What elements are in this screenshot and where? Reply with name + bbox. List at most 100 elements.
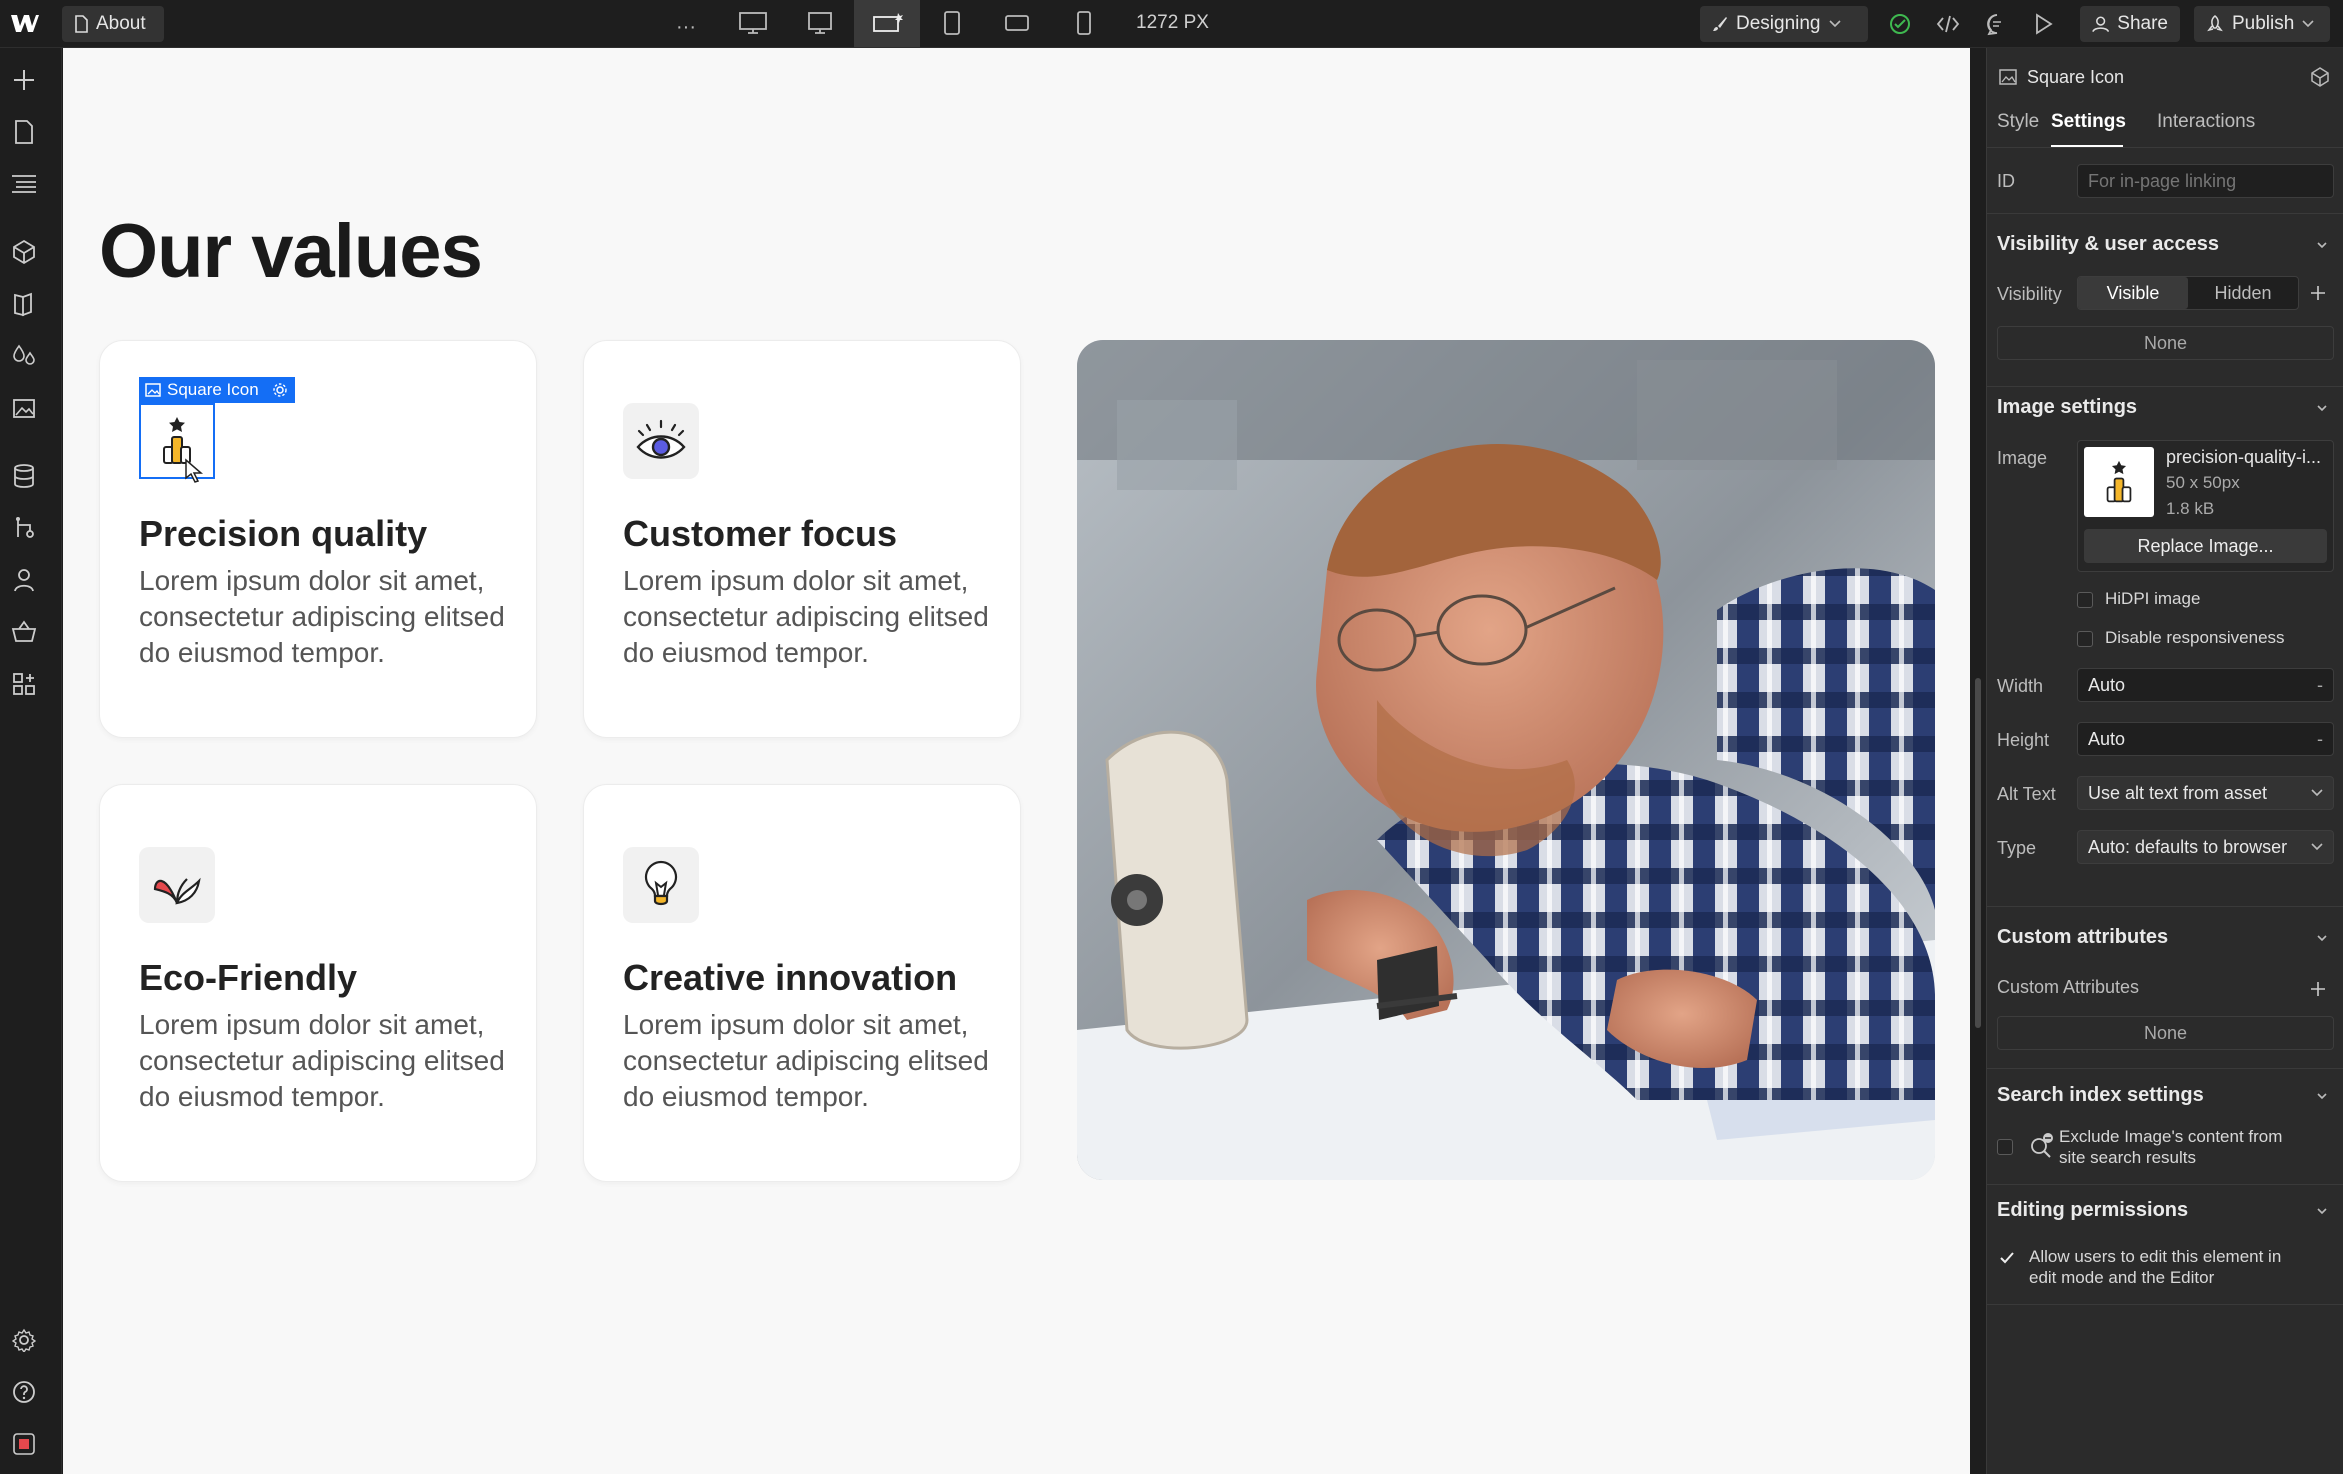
more-icon[interactable]: ··· bbox=[676, 16, 696, 39]
tab-interactions[interactable]: Interactions bbox=[2157, 111, 2255, 133]
chevron-down-icon[interactable] bbox=[2315, 931, 2329, 945]
card-text[interactable]: Lorem ipsum dolor sit amet, consectetur … bbox=[139, 1007, 509, 1115]
design-canvas[interactable]: Our values Precision quality Lorem ipsum… bbox=[63, 48, 1970, 1474]
editing-permissions-heading[interactable]: Editing permissions bbox=[1997, 1199, 2188, 1222]
page-selector-button[interactable]: About bbox=[62, 6, 164, 42]
card-title[interactable]: Eco-Friendly bbox=[139, 957, 357, 999]
section-title[interactable]: Our values bbox=[99, 208, 483, 295]
alt-text-value: Use alt text from asset bbox=[2088, 782, 2268, 803]
settings-gear-icon[interactable] bbox=[0, 1320, 48, 1360]
width-value: Auto bbox=[2088, 674, 2126, 695]
card-title[interactable]: Creative innovation bbox=[623, 957, 957, 999]
hidpi-checkbox[interactable] bbox=[2077, 592, 2093, 608]
square-icon-image[interactable] bbox=[139, 847, 215, 923]
square-icon-image[interactable] bbox=[623, 847, 699, 923]
chevron-down-icon[interactable] bbox=[2315, 1089, 2329, 1103]
replace-image-button[interactable]: Replace Image... bbox=[2084, 529, 2327, 563]
image-asset-card: precision-quality-i... 50 x 50px 1.8 kB … bbox=[2077, 440, 2334, 572]
height-input[interactable]: Auto - bbox=[2077, 722, 2334, 756]
visibility-conditions-none[interactable]: None bbox=[1997, 326, 2334, 360]
hidpi-label: HiDPI image bbox=[2105, 589, 2201, 608]
hero-photo[interactable] bbox=[1077, 340, 1935, 1180]
search-index-heading[interactable]: Search index settings bbox=[1997, 1084, 2204, 1107]
card-text[interactable]: Lorem ipsum dolor sit amet, consectetur … bbox=[623, 563, 993, 671]
visibility-hidden-option[interactable]: Hidden bbox=[2188, 277, 2298, 309]
mobile-portrait-breakpoint-icon[interactable] bbox=[1075, 10, 1093, 36]
desktop-large-breakpoint-icon[interactable] bbox=[738, 10, 768, 36]
search-exclude-icon bbox=[2031, 1133, 2053, 1158]
styles-icon[interactable] bbox=[0, 284, 48, 324]
tab-style[interactable]: Style bbox=[1997, 111, 2039, 133]
cms-icon[interactable] bbox=[0, 456, 48, 496]
card-title[interactable]: Customer focus bbox=[623, 513, 897, 555]
mode-selector-button[interactable]: Designing bbox=[1700, 6, 1868, 42]
chevron-down-icon[interactable] bbox=[2315, 1204, 2329, 1218]
tab-settings[interactable]: Settings bbox=[2051, 111, 2126, 133]
add-icon[interactable] bbox=[2309, 284, 2327, 302]
component-icon[interactable] bbox=[2309, 66, 2331, 88]
canvas-scrollbar[interactable] bbox=[1970, 48, 1986, 1474]
type-value: Auto: defaults to browser bbox=[2088, 836, 2288, 857]
square-icon-image[interactable] bbox=[623, 403, 699, 479]
id-input[interactable] bbox=[2077, 164, 2334, 198]
image-settings-heading[interactable]: Image settings bbox=[1997, 396, 2137, 419]
divider bbox=[1987, 386, 2343, 387]
preview-play-icon[interactable] bbox=[2034, 12, 2054, 36]
add-icon[interactable] bbox=[2309, 980, 2327, 998]
exclude-search-checkbox[interactable] bbox=[1997, 1139, 2013, 1155]
mobile-landscape-breakpoint-icon[interactable] bbox=[1004, 12, 1030, 34]
logic-icon[interactable] bbox=[0, 508, 48, 548]
image-thumbnail[interactable] bbox=[2084, 447, 2154, 517]
alt-text-label: Alt Text bbox=[1997, 784, 2056, 804]
base-breakpoint-icon[interactable] bbox=[854, 0, 920, 47]
disable-responsiveness-checkbox[interactable] bbox=[2077, 631, 2093, 647]
users-icon[interactable] bbox=[0, 560, 48, 600]
chevron-down-icon[interactable] bbox=[2315, 401, 2329, 415]
value-card[interactable]: Creative innovation Lorem ipsum dolor si… bbox=[583, 784, 1021, 1182]
components-icon[interactable] bbox=[0, 232, 48, 272]
checkmark-icon[interactable] bbox=[1999, 1250, 2015, 1266]
card-title[interactable]: Precision quality bbox=[139, 513, 427, 555]
card-text[interactable]: Lorem ipsum dolor sit amet, consectetur … bbox=[623, 1007, 993, 1115]
variables-icon[interactable] bbox=[0, 336, 48, 376]
publish-label: Publish bbox=[2232, 13, 2295, 34]
custom-attributes-heading[interactable]: Custom attributes bbox=[1997, 926, 2168, 949]
publish-button[interactable]: Publish bbox=[2194, 6, 2330, 42]
value-card[interactable]: Customer focus Lorem ipsum dolor sit ame… bbox=[583, 340, 1021, 738]
chevron-down-icon[interactable] bbox=[2315, 238, 2329, 252]
comments-icon[interactable] bbox=[1985, 12, 2009, 36]
value-card[interactable]: Eco-Friendly Lorem ipsum dolor sit amet,… bbox=[99, 784, 537, 1182]
status-check-icon[interactable] bbox=[1888, 12, 1912, 36]
apps-icon[interactable] bbox=[0, 664, 48, 704]
image-file-name: precision-quality-i... bbox=[2166, 447, 2322, 467]
add-elements-icon[interactable] bbox=[0, 60, 48, 100]
rocket-icon bbox=[2207, 15, 2223, 32]
unit-dash[interactable]: - bbox=[2317, 729, 2323, 750]
exclude-search-text-line1: Exclude Image's content from bbox=[2059, 1127, 2283, 1146]
gear-icon[interactable] bbox=[271, 382, 289, 398]
width-input[interactable]: Auto - bbox=[2077, 668, 2334, 702]
card-text[interactable]: Lorem ipsum dolor sit amet, consectetur … bbox=[139, 563, 509, 671]
selection-tag[interactable]: Square Icon bbox=[139, 377, 295, 403]
webflow-logo-icon[interactable] bbox=[10, 12, 40, 34]
divider bbox=[1987, 1184, 2343, 1185]
mode-label: Designing bbox=[1736, 13, 1821, 34]
navigator-icon[interactable] bbox=[0, 164, 48, 204]
share-button[interactable]: Share bbox=[2080, 6, 2180, 42]
tablet-breakpoint-icon[interactable] bbox=[942, 10, 962, 36]
divider bbox=[1987, 1304, 2343, 1305]
unit-dash[interactable]: - bbox=[2317, 675, 2323, 696]
pages-icon[interactable] bbox=[0, 112, 48, 152]
code-icon[interactable] bbox=[1936, 13, 1960, 35]
desktop-breakpoint-icon[interactable] bbox=[806, 10, 834, 36]
type-select[interactable]: Auto: defaults to browser bbox=[2077, 830, 2334, 864]
custom-attributes-none[interactable]: None bbox=[1997, 1016, 2334, 1050]
help-icon[interactable] bbox=[0, 1372, 48, 1412]
visibility-visible-option[interactable]: Visible bbox=[2078, 277, 2188, 309]
scrollbar-thumb[interactable] bbox=[1975, 678, 1981, 1028]
assets-icon[interactable] bbox=[0, 388, 48, 428]
ecommerce-icon[interactable] bbox=[0, 612, 48, 652]
visibility-section-heading[interactable]: Visibility & user access bbox=[1997, 233, 2219, 256]
alt-text-select[interactable]: Use alt text from asset bbox=[2077, 776, 2334, 810]
record-icon[interactable] bbox=[0, 1424, 48, 1464]
